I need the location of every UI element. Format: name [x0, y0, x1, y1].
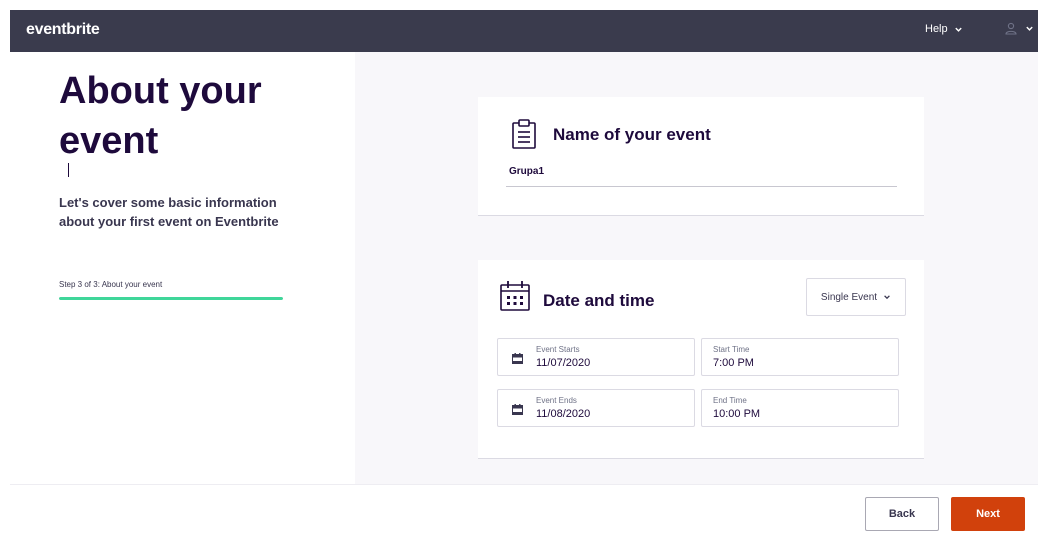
chevron-down-icon [954, 27, 962, 32]
start-time-field[interactable]: Start Time 7:00 PM [701, 338, 899, 376]
help-menu[interactable]: Help [925, 23, 963, 35]
progress-bar-fill [59, 297, 283, 300]
progress-bar [59, 297, 283, 300]
page-description: Let's cover some basic information about… [59, 195, 279, 229]
chevron-down-icon [1026, 26, 1033, 31]
window-edge [0, 0, 10, 537]
event-name-title: Name of your event [553, 125, 711, 144]
event-ends-label: Event Ends [536, 396, 577, 405]
event-type-select[interactable]: Single Event [806, 278, 906, 316]
event-starts-label: Event Starts [536, 345, 580, 354]
date-time-card: Date and time Single Event Event Starts … [478, 260, 924, 459]
clipboard-icon [512, 119, 536, 149]
event-name-input[interactable] [506, 157, 897, 187]
end-time-value: 10:00 PM [713, 408, 761, 420]
chevron-down-icon [884, 295, 890, 300]
event-ends-value: 11/08/2020 [536, 408, 591, 420]
event-starts-value: 11/07/2020 [536, 357, 591, 369]
top-navigation-bar: eventbrite Help [10, 10, 1038, 52]
next-button[interactable]: Next [951, 497, 1025, 531]
calendar-icon [500, 281, 530, 311]
user-icon [1005, 22, 1017, 35]
event-starts-field[interactable]: Event Starts 11/07/2020 [497, 338, 695, 376]
eventbrite-logo[interactable]: eventbrite [26, 21, 100, 39]
event-type-value: Single Event [820, 291, 878, 303]
step-indicator: Step 3 of 3: About your event [59, 280, 163, 289]
end-time-field[interactable]: End Time 10:00 PM [701, 389, 899, 427]
start-time-label: Start Time [713, 345, 750, 354]
event-name-card: Name of your event [478, 97, 924, 216]
back-button[interactable]: Back [865, 497, 939, 531]
page-title: About your event [59, 70, 262, 162]
help-label: Help [925, 23, 948, 35]
end-time-label: End Time [713, 396, 747, 405]
date-time-title: Date and time [543, 291, 655, 310]
event-ends-field[interactable]: Event Ends 11/08/2020 [497, 389, 695, 427]
calendar-small-icon [512, 353, 523, 364]
text-caret [68, 163, 69, 177]
start-time-value: 7:00 PM [713, 357, 754, 369]
calendar-small-icon [512, 404, 523, 415]
user-menu[interactable] [1005, 22, 1034, 35]
